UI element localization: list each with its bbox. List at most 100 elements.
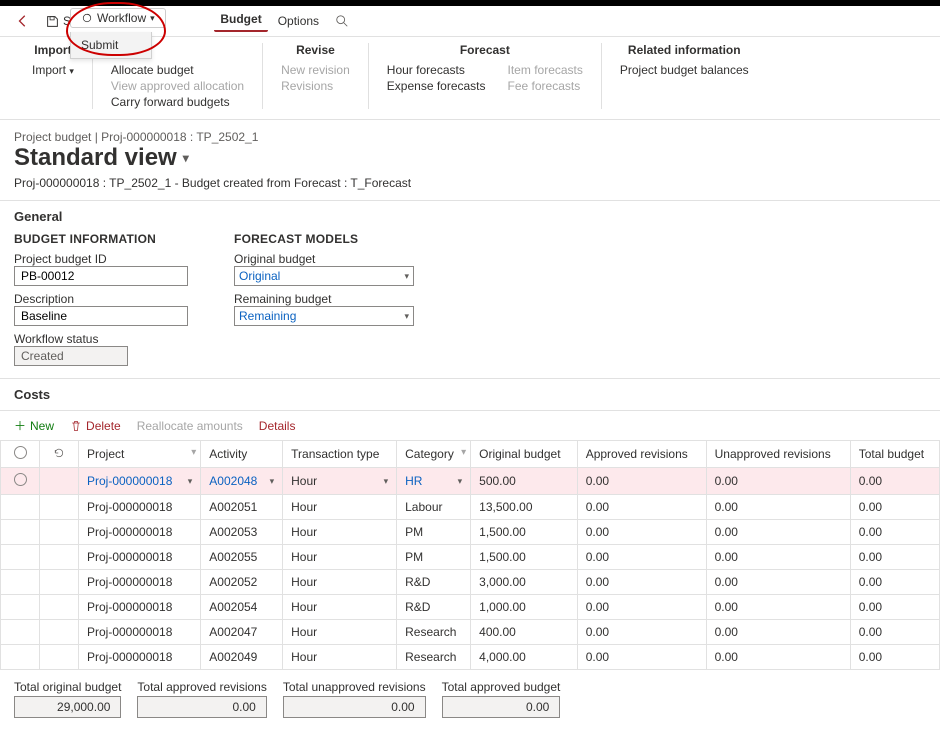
new-button[interactable]: ＋ New (14, 417, 54, 434)
cell-activity[interactable]: A002053 (201, 520, 283, 545)
cell-approved-revisions[interactable]: 0.00 (577, 468, 706, 495)
table-row[interactable]: Proj-000000018▾A002048▾Hour▾HR▾500.000.0… (1, 468, 940, 495)
cell-transaction-type[interactable]: Hour (283, 595, 397, 620)
row-selector[interactable] (1, 595, 40, 620)
row-selector[interactable] (1, 495, 40, 520)
cell-unapproved-revisions[interactable]: 0.00 (706, 520, 850, 545)
row-selector[interactable] (1, 645, 40, 670)
cell-original-budget[interactable]: 3,000.00 (471, 570, 578, 595)
col-project[interactable]: Project▾ (79, 441, 201, 468)
cell-activity[interactable]: A002051 (201, 495, 283, 520)
cell-original-budget[interactable]: 1,500.00 (471, 545, 578, 570)
cell-total-budget[interactable]: 0.00 (850, 620, 939, 645)
cell-activity[interactable]: A002048▾ (201, 468, 283, 495)
cell-project[interactable]: Proj-000000018 (79, 570, 201, 595)
tab-options[interactable]: Options (272, 12, 325, 30)
delete-button[interactable]: Delete (70, 419, 121, 433)
col-select[interactable] (1, 441, 40, 468)
cell-total-budget[interactable]: 0.00 (850, 520, 939, 545)
cell-category[interactable]: PM (397, 520, 471, 545)
cell-activity[interactable]: A002052 (201, 570, 283, 595)
workflow-dropdown[interactable]: Workflow ▾ Submit (70, 8, 166, 28)
col-total-budget[interactable]: Total budget (850, 441, 939, 468)
workflow-submit-item[interactable]: Submit (71, 32, 151, 58)
description-input[interactable] (14, 306, 188, 326)
cell-project[interactable]: Proj-000000018 (79, 495, 201, 520)
cell-total-budget[interactable]: 0.00 (850, 595, 939, 620)
cell-project[interactable]: Proj-000000018 (79, 545, 201, 570)
project-budget-balances-link[interactable]: Project budget balances (620, 63, 749, 77)
cell-transaction-type[interactable]: Hour (283, 520, 397, 545)
cell-activity[interactable]: A002047 (201, 620, 283, 645)
col-activity[interactable]: Activity (201, 441, 283, 468)
cell-unapproved-revisions[interactable]: 0.00 (706, 595, 850, 620)
cell-total-budget[interactable]: 0.00 (850, 545, 939, 570)
allocate-budget-link[interactable]: Allocate budget (111, 63, 244, 77)
cell-original-budget[interactable]: 1,000.00 (471, 595, 578, 620)
cell-total-budget[interactable]: 0.00 (850, 570, 939, 595)
cell-category[interactable]: Research (397, 620, 471, 645)
cell-approved-revisions[interactable]: 0.00 (577, 645, 706, 670)
table-row[interactable]: Proj-000000018A002055HourPM1,500.000.000… (1, 545, 940, 570)
col-approved-revisions[interactable]: Approved revisions (577, 441, 706, 468)
tab-budget[interactable]: Budget (214, 10, 267, 32)
cell-project[interactable]: Proj-000000018 (79, 595, 201, 620)
cell-unapproved-revisions[interactable]: 0.00 (706, 468, 850, 495)
import-button[interactable]: Import ▾ (32, 63, 74, 77)
row-selector[interactable] (1, 620, 40, 645)
row-selector[interactable] (1, 570, 40, 595)
cell-category[interactable]: Research (397, 645, 471, 670)
cell-total-budget[interactable]: 0.00 (850, 468, 939, 495)
cell-transaction-type[interactable]: Hour▾ (283, 468, 397, 495)
cell-transaction-type[interactable]: Hour (283, 645, 397, 670)
cell-unapproved-revisions[interactable]: 0.00 (706, 645, 850, 670)
cell-transaction-type[interactable]: Hour (283, 570, 397, 595)
cell-total-budget[interactable]: 0.00 (850, 645, 939, 670)
cell-project[interactable]: Proj-000000018▾ (79, 468, 201, 495)
col-refresh[interactable] (40, 441, 79, 468)
cell-original-budget[interactable]: 4,000.00 (471, 645, 578, 670)
col-transaction-type[interactable]: Transaction type (283, 441, 397, 468)
cell-project[interactable]: Proj-000000018 (79, 520, 201, 545)
hour-forecasts-link[interactable]: Hour forecasts (387, 63, 486, 77)
row-selector[interactable] (1, 520, 40, 545)
col-original-budget[interactable]: Original budget (471, 441, 578, 468)
table-row[interactable]: Proj-000000018A002049HourResearch4,000.0… (1, 645, 940, 670)
table-row[interactable]: Proj-000000018A002054HourR&D1,000.000.00… (1, 595, 940, 620)
cell-activity[interactable]: A002054 (201, 595, 283, 620)
original-budget-select[interactable]: Original ▾ (234, 266, 414, 286)
cell-approved-revisions[interactable]: 0.00 (577, 545, 706, 570)
cell-original-budget[interactable]: 500.00 (471, 468, 578, 495)
cell-unapproved-revisions[interactable]: 0.00 (706, 570, 850, 595)
section-costs-header[interactable]: Costs (0, 379, 940, 410)
col-category[interactable]: Category▾ (397, 441, 471, 468)
filter-icon[interactable]: ▾ (461, 447, 466, 458)
cell-approved-revisions[interactable]: 0.00 (577, 620, 706, 645)
cell-total-budget[interactable]: 0.00 (850, 495, 939, 520)
cell-category[interactable]: Labour (397, 495, 471, 520)
row-selector[interactable] (1, 468, 40, 495)
cell-transaction-type[interactable]: Hour (283, 545, 397, 570)
section-general-header[interactable]: General (0, 201, 940, 232)
cell-approved-revisions[interactable]: 0.00 (577, 520, 706, 545)
cell-category[interactable]: R&D (397, 595, 471, 620)
cell-project[interactable]: Proj-000000018 (79, 645, 201, 670)
remaining-budget-select[interactable]: Remaining ▾ (234, 306, 414, 326)
view-selector[interactable]: Standard view ▾ (0, 144, 940, 172)
cell-original-budget[interactable]: 400.00 (471, 620, 578, 645)
cell-category[interactable]: R&D (397, 570, 471, 595)
table-row[interactable]: Proj-000000018A002047HourResearch400.000… (1, 620, 940, 645)
project-budget-id-input[interactable] (14, 266, 188, 286)
cell-approved-revisions[interactable]: 0.00 (577, 595, 706, 620)
table-row[interactable]: Proj-000000018A002051HourLabour13,500.00… (1, 495, 940, 520)
details-link[interactable]: Details (259, 419, 296, 433)
col-unapproved-revisions[interactable]: Unapproved revisions (706, 441, 850, 468)
cell-category[interactable]: PM (397, 545, 471, 570)
cell-activity[interactable]: A002049 (201, 645, 283, 670)
carry-forward-budgets-link[interactable]: Carry forward budgets (111, 95, 244, 109)
cell-unapproved-revisions[interactable]: 0.00 (706, 620, 850, 645)
table-row[interactable]: Proj-000000018A002052HourR&D3,000.000.00… (1, 570, 940, 595)
filter-icon[interactable]: ▾ (191, 447, 196, 458)
cell-original-budget[interactable]: 1,500.00 (471, 520, 578, 545)
cell-approved-revisions[interactable]: 0.00 (577, 570, 706, 595)
